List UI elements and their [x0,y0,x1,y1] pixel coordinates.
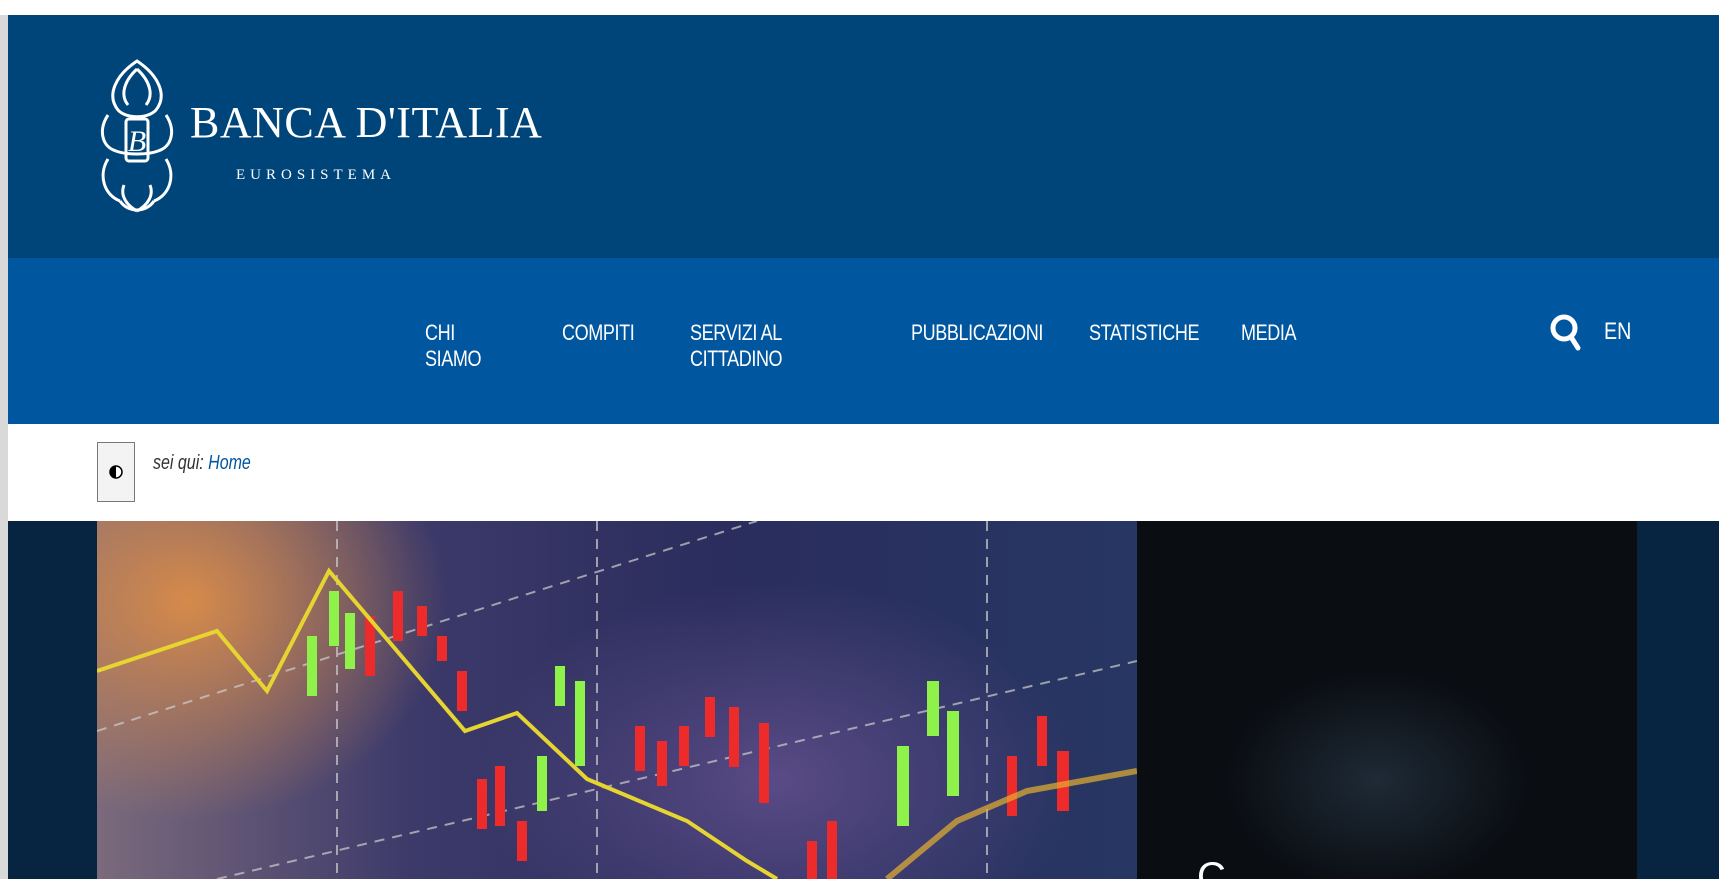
page-left-edge [0,15,8,879]
breadcrumb-label: sei qui: [153,452,204,474]
nav-item-statistiche[interactable]: STATISTICHE [1089,320,1199,346]
nav-item-servizi-al-cittadino[interactable]: SERVIZI AL CITTADINO [690,320,783,372]
brand-text: BANCA D'ITALIA EUROSISTEMA [190,55,542,184]
candlestick-illustration [97,521,1137,879]
hero-text-panel: C [1137,521,1637,879]
nav-item-chi-siamo[interactable]: CHI SIAMO [425,320,482,372]
brand-logo[interactable]: B BANCA D'ITALIA EUROSISTEMA [96,55,542,221]
svg-text:B: B [128,125,146,158]
hero-candlestick-image[interactable] [97,521,1137,879]
browser-top-strip [0,0,1719,15]
search-button[interactable] [1546,306,1586,358]
hero-title: C [1197,855,1226,879]
site-header: B BANCA D'ITALIA EUROSISTEMA [8,15,1719,258]
nav-item-compiti[interactable]: COMPITI [562,320,635,346]
brand-name: BANCA D'ITALIA [190,98,543,147]
breadcrumb-home-link[interactable]: Home [208,452,251,474]
language-switch-en[interactable]: EN [1604,318,1631,346]
banca-italia-logo-mark-icon: B [100,59,174,213]
nav-item-pubblicazioni[interactable]: PUBBLICAZIONI [911,320,1043,346]
contrast-toggle-button[interactable] [97,442,135,502]
brand-subtitle: EUROSISTEMA [236,167,397,183]
contrast-icon [109,465,123,479]
nav-item-media[interactable]: MEDIA [1241,320,1297,346]
breadcrumb-bar: sei qui: Home [8,424,1719,521]
main-navigation: CHI SIAMO COMPITI SERVIZI AL CITTADINO P… [8,258,1719,424]
breadcrumb: sei qui: Home [153,452,251,475]
search-icon [1550,314,1581,351]
